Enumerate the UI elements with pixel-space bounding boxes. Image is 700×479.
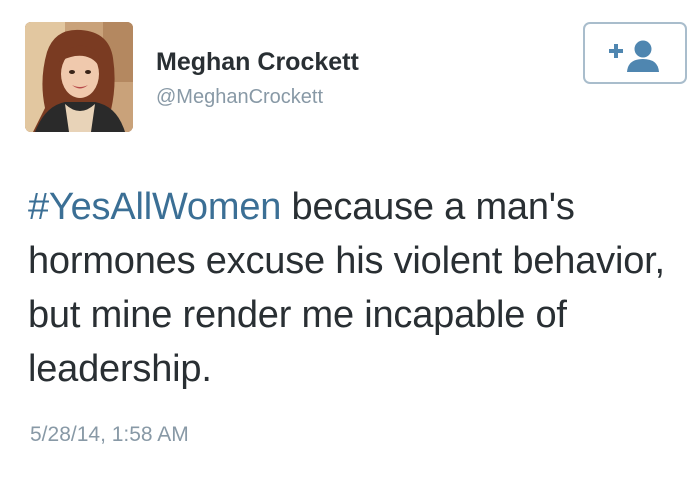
author-name[interactable]: Meghan Crockett xyxy=(156,48,359,77)
follow-button[interactable] xyxy=(583,22,687,84)
author-handle[interactable]: @MeghanCrockett xyxy=(156,86,323,109)
profile-photo-icon xyxy=(25,22,133,132)
follow-user-icon xyxy=(609,40,659,72)
tweet-timestamp[interactable]: 5/28/14, 1:58 AM xyxy=(30,423,189,447)
tweet-card: Meghan Crockett @MeghanCrockett #YesAllW… xyxy=(0,0,700,479)
tweet-text: #YesAllWomen because a man's hormones ex… xyxy=(28,180,668,396)
author-avatar[interactable] xyxy=(25,22,133,132)
hashtag-link[interactable]: #YesAllWomen xyxy=(28,186,281,228)
